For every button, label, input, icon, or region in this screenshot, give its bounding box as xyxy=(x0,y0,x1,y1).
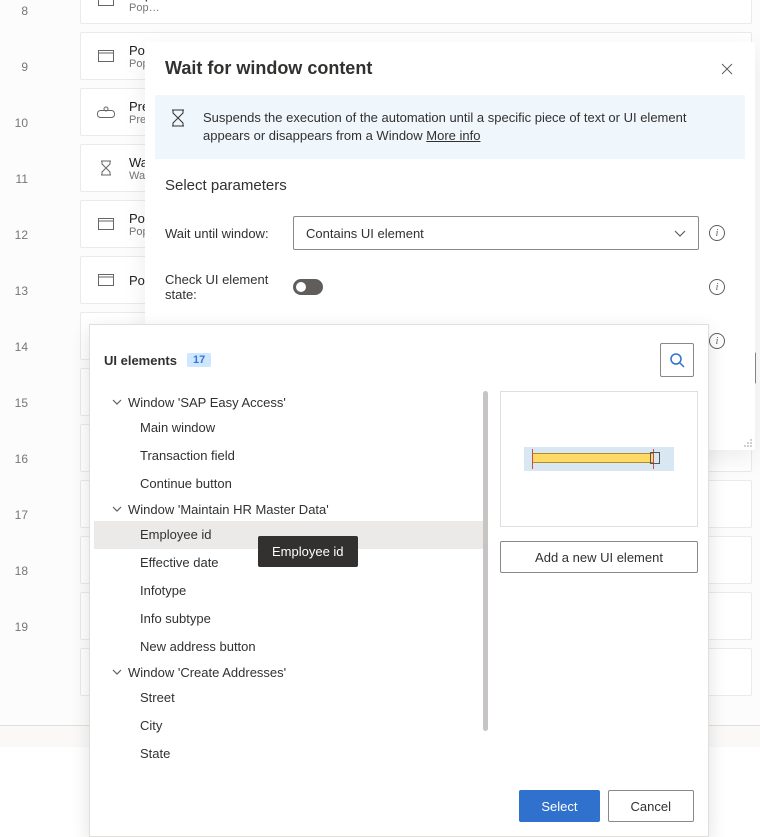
window-icon xyxy=(97,215,115,233)
popover-title: UI elements xyxy=(104,353,177,368)
tree-item[interactable]: City xyxy=(94,712,488,740)
window-icon xyxy=(97,47,115,65)
tree-item[interactable]: Continue button xyxy=(94,470,488,498)
close-icon[interactable] xyxy=(719,61,735,77)
tree-group[interactable]: Window 'Maintain HR Master Data' xyxy=(94,498,488,521)
add-ui-element-button[interactable]: Add a new UI element xyxy=(500,541,698,573)
chevron-down-icon xyxy=(112,395,122,410)
chevron-down-icon xyxy=(112,665,122,680)
ui-elements-popover: UI elements 17 Window 'SAP Easy Access' … xyxy=(89,324,709,837)
tree-item[interactable]: New address button xyxy=(94,633,488,661)
hourglass-icon xyxy=(97,159,115,177)
tree-item[interactable]: Infotype xyxy=(94,577,488,605)
line-number: 18 xyxy=(0,560,28,616)
line-number-gutter: 8 9 10 11 12 13 14 15 16 17 18 19 xyxy=(0,0,38,672)
hourglass-icon xyxy=(171,109,189,130)
tree-group[interactable]: Window 'Create Addresses' xyxy=(94,661,488,684)
tree-group-label: Window 'Create Addresses' xyxy=(128,665,286,680)
more-info-link[interactable]: More info xyxy=(426,128,480,143)
flow-step[interactable]: Populate text field in windowPop… xyxy=(80,0,752,24)
line-number: 8 xyxy=(0,0,28,56)
wait-until-select[interactable]: Contains UI element xyxy=(293,216,699,250)
count-badge: 17 xyxy=(187,353,211,367)
line-number: 14 xyxy=(0,336,28,392)
line-number: 13 xyxy=(0,280,28,336)
line-number: 10 xyxy=(0,112,28,168)
tree-item[interactable]: Main window xyxy=(94,414,488,442)
tree-item[interactable]: Transaction field xyxy=(94,442,488,470)
scrollbar[interactable] xyxy=(483,391,488,731)
tree-group[interactable]: Window 'SAP Easy Access' xyxy=(94,391,488,414)
search-icon xyxy=(669,352,685,368)
info-banner: Suspends the execution of the automation… xyxy=(155,95,745,159)
tree-item[interactable]: Info subtype xyxy=(94,605,488,633)
resize-grip-icon[interactable] xyxy=(741,436,753,448)
line-number: 19 xyxy=(0,616,28,672)
line-number: 12 xyxy=(0,224,28,280)
check-state-toggle[interactable] xyxy=(293,279,323,295)
line-number: 11 xyxy=(0,168,28,224)
cancel-button[interactable]: Cancel xyxy=(608,790,694,822)
tree-item[interactable]: Street xyxy=(94,684,488,712)
select-button[interactable]: Select xyxy=(519,790,599,822)
line-number: 15 xyxy=(0,392,28,448)
window-icon xyxy=(97,0,115,9)
info-icon[interactable]: i xyxy=(709,279,725,295)
search-button[interactable] xyxy=(660,343,694,377)
step-subtitle: Pop… xyxy=(129,2,293,14)
press-icon xyxy=(97,103,115,121)
window-icon xyxy=(97,271,115,289)
check-state-label: Check UI element state: xyxy=(165,272,293,302)
line-number: 17 xyxy=(0,504,28,560)
chevron-down-icon xyxy=(112,502,122,517)
chevron-down-icon xyxy=(674,226,686,241)
info-icon[interactable]: i xyxy=(709,333,725,349)
line-number: 9 xyxy=(0,56,28,112)
tree-group-label: Window 'SAP Easy Access' xyxy=(128,395,286,410)
tree-group-label: Window 'Maintain HR Master Data' xyxy=(128,502,329,517)
dialog-title: Wait for window content xyxy=(165,58,372,79)
preview-thumbnail xyxy=(524,447,674,471)
element-preview xyxy=(500,391,698,527)
info-icon[interactable]: i xyxy=(709,225,725,241)
params-heading: Select parameters xyxy=(165,177,735,194)
ui-element-tree: Window 'SAP Easy Access' Main window Tra… xyxy=(94,391,488,768)
wait-until-label: Wait until window: xyxy=(165,226,293,241)
tooltip: Employee id xyxy=(258,536,358,567)
line-number: 16 xyxy=(0,448,28,504)
wait-until-value: Contains UI element xyxy=(306,226,424,241)
tree-item[interactable]: State xyxy=(94,740,488,768)
